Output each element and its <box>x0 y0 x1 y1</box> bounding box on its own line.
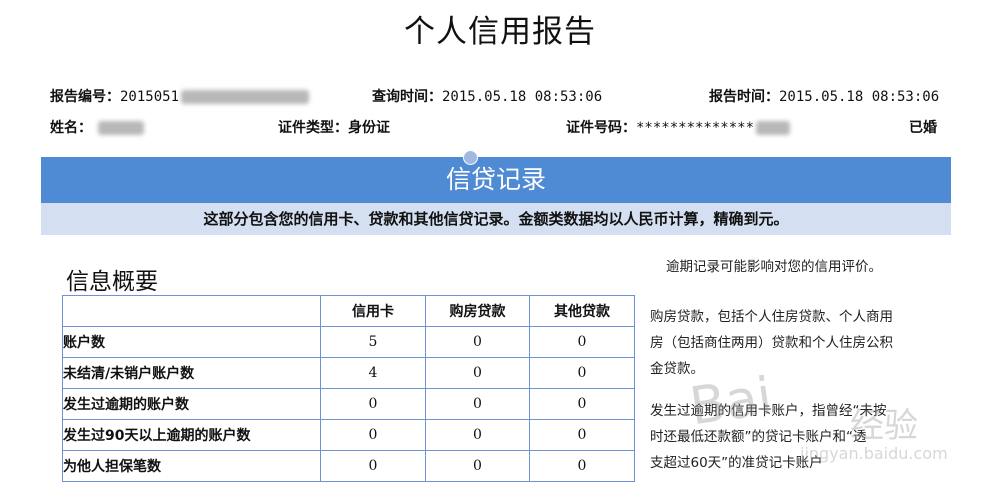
row-label: 发生过逾期的账户数 <box>62 388 321 420</box>
marital-status: 已婚 <box>909 120 937 136</box>
id-type-label: 证件类型： <box>278 120 348 136</box>
cell-value: 0 <box>529 388 635 420</box>
cell-value: 0 <box>425 326 530 358</box>
cell-value: 0 <box>425 388 530 420</box>
note-overdue-impact: 逾期记录可能影响对您的信用评价。 <box>666 259 882 275</box>
id-number: 证件号码：************** <box>566 117 791 137</box>
row-label: 发生过90天以上逾期的账户数 <box>62 419 321 451</box>
row-label: 账户数 <box>62 326 321 358</box>
note-line: 购房贷款，包括个人住房贷款、个人商用 <box>650 309 893 325</box>
redacted-mask <box>756 121 791 135</box>
header-credit-card: 信用卡 <box>320 295 426 327</box>
id-type-value: 身份证 <box>348 120 390 136</box>
report-time-label: 报告时间： <box>709 89 779 105</box>
cell-value: 0 <box>425 450 530 482</box>
report-number-label: 报告编号： <box>50 89 120 105</box>
cell-value: 0 <box>320 450 426 482</box>
row-label: 为他人担保笔数 <box>62 450 321 482</box>
redacted-mask <box>181 90 310 104</box>
cell-value: 0 <box>529 326 635 358</box>
cell-value: 0 <box>529 450 635 482</box>
cell-value: 0 <box>529 419 635 451</box>
watermark-text: 经验 <box>850 406 918 446</box>
table-row: 为他人担保笔数 0 0 0 <box>62 450 635 482</box>
report-time: 报告时间：2015.05.18 08:53:06 <box>709 86 939 106</box>
row-label: 未结清/未销户账户数 <box>62 357 321 389</box>
header-mortgage: 购房贷款 <box>425 295 530 327</box>
watermark-logo: Bai <box>686 366 776 438</box>
watermark-url: jingyan.baidu.com <box>800 444 948 463</box>
name-label: 姓名： <box>50 120 92 136</box>
section-banner: 信贷记录 <box>41 157 951 203</box>
table-row: 发生过90天以上逾期的账户数 0 0 0 <box>62 419 635 451</box>
id-type: 证件类型：身份证 <box>278 117 390 137</box>
id-number-label: 证件号码： <box>566 120 636 136</box>
table-row: 发生过逾期的账户数 0 0 0 <box>62 388 635 420</box>
cell-value: 0 <box>425 357 530 389</box>
note-mortgage-definition: 购房贷款，包括个人住房贷款、个人商用 房（包括商住两用）贷款和个人住房公积 金贷… <box>650 304 893 382</box>
query-time-label: 查询时间： <box>372 89 442 105</box>
report-title: 个人信用报告 <box>404 14 596 50</box>
note-line: 房（包括商住两用）贷款和个人住房公积 <box>650 335 893 351</box>
id-number-value: ************** <box>636 120 755 136</box>
redacted-mask <box>98 121 144 135</box>
cell-value: 4 <box>320 357 426 389</box>
header-cell <box>62 295 321 327</box>
header-other-loans: 其他贷款 <box>529 295 635 327</box>
cell-value: 5 <box>320 326 426 358</box>
summary-table: 信用卡 购房贷款 其他贷款 账户数 5 0 0 未结清/未销户账户数 4 0 0… <box>62 295 635 482</box>
report-number: 报告编号：2015051 <box>50 86 310 106</box>
table-row: 账户数 5 0 0 <box>62 326 635 358</box>
table-row: 未结清/未销户账户数 4 0 0 <box>62 357 635 389</box>
report-number-value: 2015051 <box>120 89 180 105</box>
cell-value: 0 <box>320 419 426 451</box>
cell-value: 0 <box>529 357 635 389</box>
report-time-value: 2015.05.18 08:53:06 <box>779 89 940 105</box>
section-subtitle: 这部分包含您的信用卡、贷款和其他信贷记录。金额类数据均以人民币计算，精确到元。 <box>41 203 951 235</box>
query-time: 查询时间：2015.05.18 08:53:06 <box>372 86 602 106</box>
query-time-value: 2015.05.18 08:53:06 <box>442 89 603 105</box>
name-field: 姓名： <box>50 117 144 137</box>
summary-title: 信息概要 <box>66 269 158 295</box>
cursor-dot-icon <box>463 150 478 165</box>
cell-value: 0 <box>425 419 530 451</box>
table-header-row: 信用卡 购房贷款 其他贷款 <box>62 295 635 327</box>
cell-value: 0 <box>320 388 426 420</box>
